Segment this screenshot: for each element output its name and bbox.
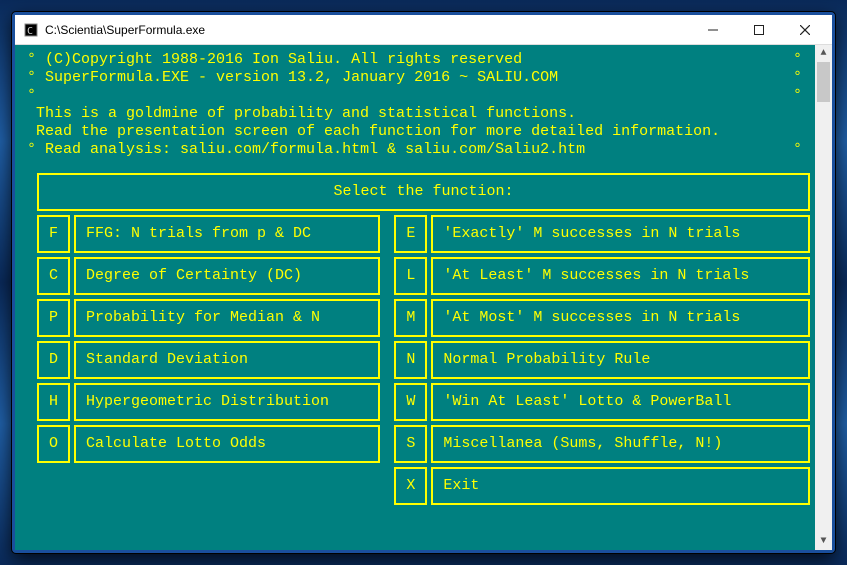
menu-item-atmost[interactable]: 'At Most' M successes in N trials xyxy=(431,299,810,337)
menu-item-stddev[interactable]: Standard Deviation xyxy=(74,341,380,379)
menu-row-exit: X Exit xyxy=(37,467,810,505)
menu-key-e[interactable]: E xyxy=(394,215,427,253)
menu-item-atleast[interactable]: 'At Least' M successes in N trials xyxy=(431,257,810,295)
menu-row: D Standard Deviation N Normal Probabilit… xyxy=(37,341,810,379)
menu-item-dc[interactable]: Degree of Certainty (DC) xyxy=(74,257,380,295)
menu-item-exactly[interactable]: 'Exactly' M successes in N trials xyxy=(431,215,810,253)
menu-item-winleast[interactable]: 'Win At Least' Lotto & PowerBall xyxy=(431,383,810,421)
menu-title: Select the function: xyxy=(37,173,810,211)
window-frame: C C:\Scientia\SuperFormula.exe ° (C)Copy… xyxy=(12,12,835,553)
scroll-up-icon[interactable]: ▲ xyxy=(815,45,832,62)
menu-key-c[interactable]: C xyxy=(37,257,70,295)
menu-key-n[interactable]: N xyxy=(394,341,427,379)
window-title: C:\Scientia\SuperFormula.exe xyxy=(45,23,690,37)
menu-key-f[interactable]: F xyxy=(37,215,70,253)
maximize-button[interactable] xyxy=(736,16,782,44)
menu-key-d[interactable]: D xyxy=(37,341,70,379)
menu-key-p[interactable]: P xyxy=(37,299,70,337)
menu-item-median[interactable]: Probability for Median & N xyxy=(74,299,380,337)
header-line-1: ° (C)Copyright 1988-2016 Ion Saliu. All … xyxy=(15,51,832,69)
intro-line-2: Read the presentation screen of each fun… xyxy=(15,123,832,141)
menu-key-o[interactable]: O xyxy=(37,425,70,463)
titlebar[interactable]: C C:\Scientia\SuperFormula.exe xyxy=(15,15,832,45)
vertical-scrollbar[interactable]: ▲ ▼ xyxy=(815,45,832,550)
menu-key-l[interactable]: L xyxy=(394,257,427,295)
menu-key-h[interactable]: H xyxy=(37,383,70,421)
menu-item-misc[interactable]: Miscellanea (Sums, Shuffle, N!) xyxy=(431,425,810,463)
intro-line-3: ° Read analysis: saliu.com/formula.html … xyxy=(15,141,832,159)
close-button[interactable] xyxy=(782,16,828,44)
minimize-button[interactable] xyxy=(690,16,736,44)
menu-key-w[interactable]: W xyxy=(394,383,427,421)
menu-item-hypergeo[interactable]: Hypergeometric Distribution xyxy=(74,383,380,421)
menu-key-m[interactable]: M xyxy=(394,299,427,337)
menu-key-x[interactable]: X xyxy=(394,467,427,505)
intro-line-1: This is a goldmine of probability and st… xyxy=(15,105,832,123)
header-line-2: ° SuperFormula.EXE - version 13.2, Janua… xyxy=(15,69,832,87)
menu-row: F FFG: N trials from p & DC E 'Exactly' … xyxy=(37,215,810,253)
scroll-down-icon[interactable]: ▼ xyxy=(815,533,832,550)
window-buttons xyxy=(690,16,828,44)
console-area: ° (C)Copyright 1988-2016 Ion Saliu. All … xyxy=(15,45,832,550)
scroll-thumb[interactable] xyxy=(817,62,830,102)
menu-row: H Hypergeometric Distribution W 'Win At … xyxy=(37,383,810,421)
menu-item-ffg[interactable]: FFG: N trials from p & DC xyxy=(74,215,380,253)
menu-item-lotto[interactable]: Calculate Lotto Odds xyxy=(74,425,380,463)
menu-row: P Probability for Median & N M 'At Most'… xyxy=(37,299,810,337)
app-icon: C xyxy=(23,22,39,38)
menu-row: C Degree of Certainty (DC) L 'At Least' … xyxy=(37,257,810,295)
menu-row: O Calculate Lotto Odds S Miscellanea (Su… xyxy=(37,425,810,463)
header-line-3: °° xyxy=(15,87,832,105)
menu-key-s[interactable]: S xyxy=(394,425,427,463)
svg-text:C: C xyxy=(27,26,33,37)
menu-item-normal[interactable]: Normal Probability Rule xyxy=(431,341,810,379)
menu-item-exit[interactable]: Exit xyxy=(431,467,810,505)
menu-box: Select the function: F FFG: N trials fro… xyxy=(33,169,814,509)
